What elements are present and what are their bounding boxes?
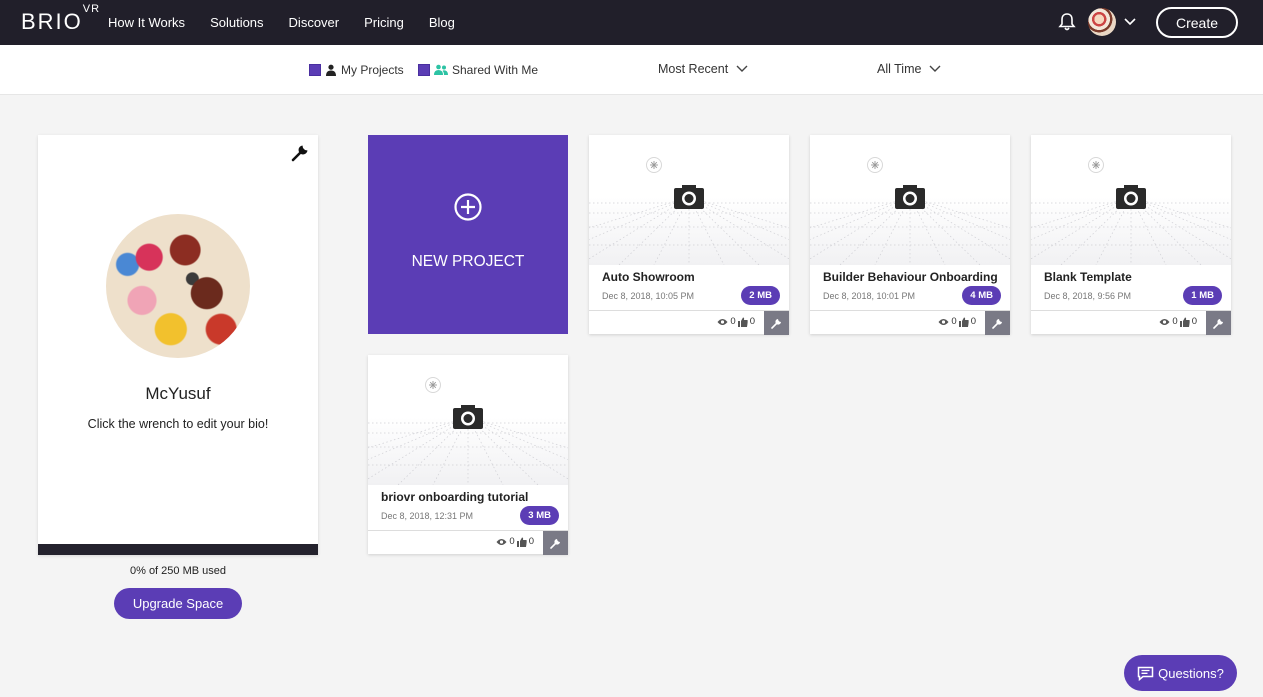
project-thumbnail[interactable] — [810, 135, 1010, 265]
project-card-footer: 0 0 — [810, 310, 1010, 335]
shared-with-me-label: Shared With Me — [452, 63, 539, 77]
plus-circle-icon — [454, 193, 482, 221]
project-title[interactable]: Builder Behaviour Onboarding — [823, 270, 1003, 284]
project-date: Dec 8, 2018, 12:31 PM — [381, 511, 474, 521]
eye-icon — [717, 318, 728, 325]
person-icon — [326, 64, 336, 76]
chevron-down-icon — [929, 65, 941, 72]
wrench-icon — [770, 319, 781, 329]
nav-links: How It Works Solutions Discover Pricing … — [108, 0, 480, 45]
project-size-badge: 2 MB — [741, 286, 780, 305]
project-title[interactable]: Blank Template — [1044, 270, 1224, 284]
filter-shared-with-me[interactable]: Shared With Me — [418, 63, 538, 77]
new-project-button[interactable]: NEW PROJECT — [368, 135, 568, 334]
like-count: 0 — [970, 316, 976, 327]
brio-vr-logo[interactable]: BRIOVR — [21, 3, 100, 35]
edit-project-button[interactable] — [764, 311, 789, 335]
like-count: 0 — [1191, 316, 1197, 327]
bell-icon[interactable] — [1057, 12, 1077, 32]
project-stats: 0 0 — [496, 536, 536, 547]
view-count: 0 — [951, 316, 957, 327]
shared-with-me-checkbox[interactable] — [418, 64, 430, 76]
questions-label: Questions? — [1158, 665, 1224, 681]
view-count: 0 — [1172, 316, 1178, 327]
sort-dropdown[interactable]: Most Recent — [658, 62, 748, 76]
project-stats: 0 0 — [938, 316, 978, 327]
filter-bar: My Projects Shared With Me Most Recent A… — [0, 45, 1263, 95]
chevron-down-icon — [736, 65, 748, 72]
wrench-icon — [1212, 319, 1223, 329]
project-date: Dec 8, 2018, 10:01 PM — [823, 291, 916, 301]
project-card-briovr-onboarding-tutorial[interactable]: briovr onboarding tutorial Dec 8, 2018, … — [368, 355, 568, 555]
chevron-down-icon[interactable] — [1123, 14, 1137, 28]
project-card-auto-showroom[interactable]: Auto Showroom Dec 8, 2018, 10:05 PM 2 MB… — [589, 135, 789, 335]
camera-icon — [810, 135, 1010, 265]
storage-bar — [38, 544, 318, 555]
eye-icon — [938, 318, 949, 325]
nav-link-pricing[interactable]: Pricing — [364, 15, 404, 30]
project-thumbnail[interactable] — [589, 135, 789, 265]
like-count: 0 — [749, 316, 755, 327]
view-count: 0 — [509, 536, 515, 547]
storage-usage: 0% of 250 MB used — [129, 565, 226, 577]
project-card-blank-template[interactable]: Blank Template Dec 8, 2018, 9:56 PM 1 MB… — [1031, 135, 1231, 335]
wrench-icon[interactable] — [290, 141, 312, 163]
edit-project-button[interactable] — [1206, 311, 1231, 335]
project-date: Dec 8, 2018, 9:56 PM — [1044, 291, 1132, 301]
project-size-badge: 1 MB — [1183, 286, 1222, 305]
camera-icon — [368, 355, 568, 485]
project-card-builder-behaviour-onboarding[interactable]: Builder Behaviour Onboarding Dec 8, 2018… — [810, 135, 1010, 335]
filter-my-projects[interactable]: My Projects — [309, 63, 404, 77]
sort-dropdown-value: Most Recent — [658, 62, 729, 76]
project-card-footer: 0 0 — [589, 310, 789, 335]
questions-chat-button[interactable]: Questions? — [1124, 655, 1237, 691]
chat-icon — [1137, 666, 1154, 681]
nav-link-how-it-works[interactable]: How It Works — [108, 15, 185, 30]
edit-project-button[interactable] — [543, 531, 568, 555]
wrench-icon — [991, 319, 1002, 329]
top-navbar: BRIOVR How It Works Solutions Discover P… — [0, 0, 1263, 45]
profile-card: McYusuf Click the wrench to edit your bi… — [38, 135, 318, 555]
project-title[interactable]: Auto Showroom — [602, 270, 782, 284]
people-icon — [434, 64, 448, 75]
profile-name: McYusuf — [145, 384, 211, 403]
camera-icon — [589, 135, 789, 265]
project-thumbnail[interactable] — [1031, 135, 1231, 265]
profile-bio: Click the wrench to edit your bio! — [87, 417, 269, 431]
thumbs-up-icon — [958, 317, 969, 327]
nav-link-discover[interactable]: Discover — [289, 15, 340, 30]
eye-icon — [1159, 318, 1170, 325]
time-dropdown[interactable]: All Time — [877, 62, 941, 76]
project-card-footer: 0 0 — [368, 530, 568, 555]
create-button[interactable]: Create — [1156, 7, 1238, 38]
project-date: Dec 8, 2018, 10:05 PM — [602, 291, 695, 301]
project-title[interactable]: briovr onboarding tutorial — [381, 490, 561, 504]
project-size-badge: 3 MB — [520, 506, 559, 525]
project-stats: 0 0 — [717, 316, 757, 327]
my-projects-checkbox[interactable] — [309, 64, 321, 76]
camera-icon — [1031, 135, 1231, 265]
thumbs-up-icon — [516, 537, 527, 547]
view-count: 0 — [730, 316, 736, 327]
thumbs-up-icon — [1179, 317, 1190, 327]
project-size-badge: 4 MB — [962, 286, 1001, 305]
profile-picture — [106, 214, 250, 358]
nav-link-solutions[interactable]: Solutions — [210, 15, 263, 30]
user-avatar[interactable] — [1088, 8, 1116, 36]
project-thumbnail[interactable] — [368, 355, 568, 485]
eye-icon — [496, 538, 507, 545]
nav-link-blog[interactable]: Blog — [429, 15, 455, 30]
time-dropdown-value: All Time — [877, 62, 922, 76]
new-project-label: NEW PROJECT — [411, 253, 525, 270]
project-card-footer: 0 0 — [1031, 310, 1231, 335]
thumbs-up-icon — [737, 317, 748, 327]
my-projects-label: My Projects — [341, 63, 404, 77]
wrench-icon — [549, 539, 560, 549]
like-count: 0 — [528, 536, 534, 547]
project-stats: 0 0 — [1159, 316, 1199, 327]
upgrade-space-button[interactable]: Upgrade Space — [114, 588, 242, 619]
edit-project-button[interactable] — [985, 311, 1010, 335]
